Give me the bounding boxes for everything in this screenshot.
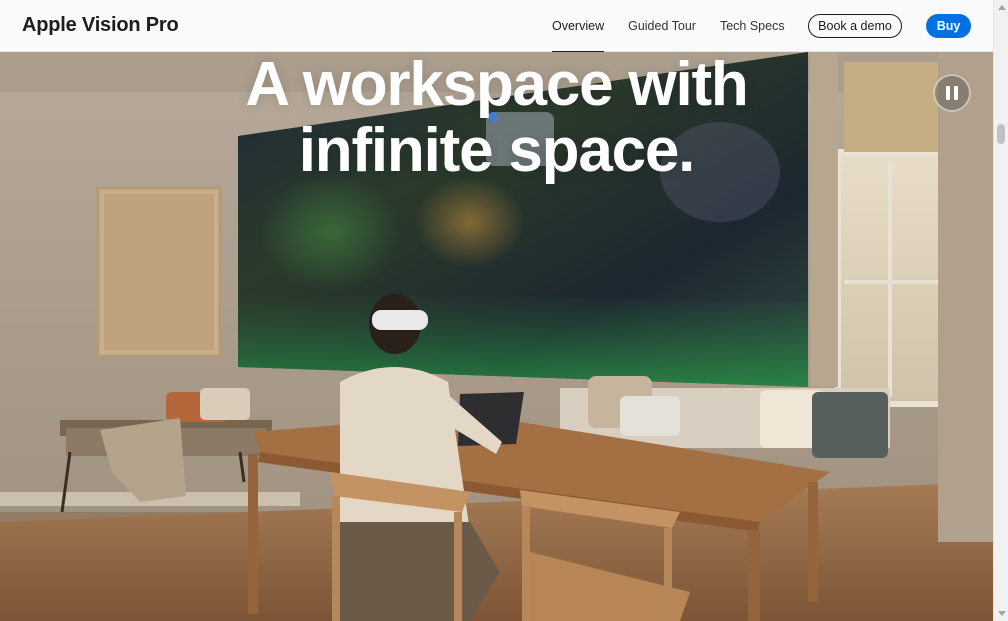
product-title[interactable]: Apple Vision Pro [22,14,179,37]
nav-link-overview[interactable]: Overview [552,0,605,52]
pause-icon-bar [954,86,958,100]
hero-section: A workspace with infinite space. [0,52,993,621]
vertical-scrollbar[interactable] [993,0,1008,621]
scroll-down-arrow-icon[interactable] [994,606,1008,621]
pause-button[interactable] [933,74,971,112]
global-nav: Apple Vision Pro Overview Guided Tour Te… [0,0,993,52]
hero-headline: A workspace with infinite space. [0,52,993,184]
buy-button[interactable]: Buy [926,14,971,38]
book-demo-button[interactable]: Book a demo [808,14,902,38]
nav-links: Overview Guided Tour Tech Specs [552,0,809,52]
pause-icon [946,86,950,100]
scroll-up-arrow-icon[interactable] [994,0,1008,15]
scrollbar-thumb[interactable] [997,124,1005,144]
headline-line-2: infinite space. [298,116,696,185]
nav-link-tech-specs[interactable]: Tech Specs [720,0,785,52]
headline-line-1: A workspace with [245,52,748,119]
nav-link-guided-tour[interactable]: Guided Tour [628,0,696,52]
